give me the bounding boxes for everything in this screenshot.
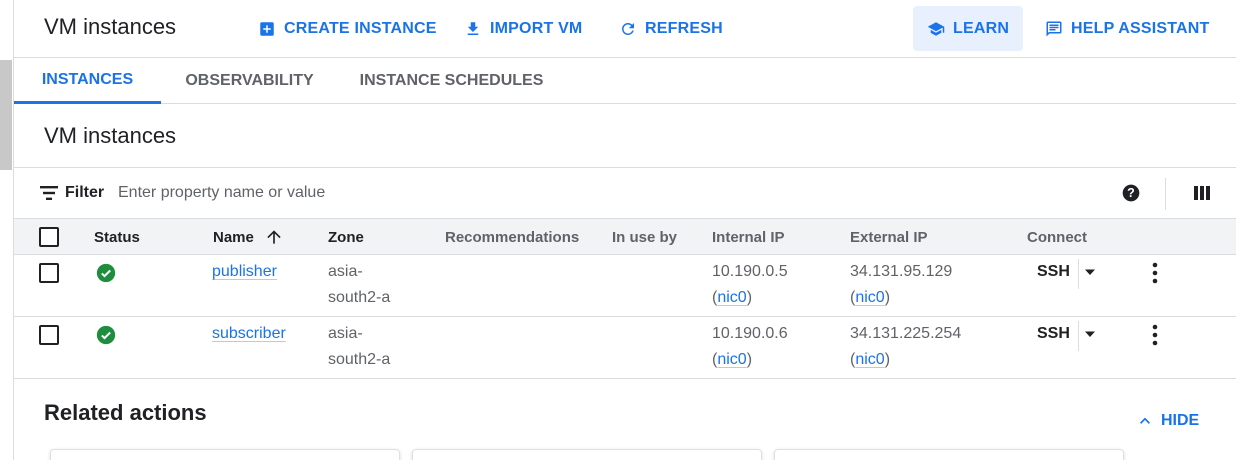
arrow-up-icon[interactable]	[264, 227, 284, 247]
chat-icon	[1046, 21, 1062, 37]
chevron-up-icon	[1140, 417, 1150, 424]
tab-observability[interactable]: OBSERVABILITY	[177, 58, 322, 104]
more-vert-icon[interactable]	[1145, 262, 1165, 284]
import-vm-label: IMPORT VM	[490, 20, 583, 37]
column-connect[interactable]: Connect	[1027, 219, 1087, 255]
instance-name-link[interactable]: publisher	[212, 259, 277, 285]
column-display-icon[interactable]	[1193, 184, 1211, 202]
zone-line1: asia-	[328, 325, 363, 342]
related-action-card[interactable]	[774, 449, 1124, 460]
caret-down-icon[interactable]	[1083, 265, 1097, 279]
caret-down-icon[interactable]	[1083, 327, 1097, 341]
related-actions-title: Related actions	[44, 400, 207, 425]
hide-button[interactable]: HIDE	[1135, 411, 1199, 431]
zone-line2: south2-a	[328, 351, 391, 368]
internal-nic-link[interactable]: nic0	[717, 289, 746, 306]
download-icon	[467, 22, 479, 35]
external-ip: 34.131.225.254	[850, 325, 962, 342]
internal-ip: 10.190.0.6	[712, 325, 788, 342]
check-circle-icon	[96, 325, 116, 345]
help-assistant-label: HELP ASSISTANT	[1071, 20, 1210, 37]
column-recommendations[interactable]: Recommendations	[445, 219, 579, 255]
hide-label: HIDE	[1161, 412, 1200, 429]
filter-label[interactable]: Filter	[65, 184, 104, 202]
row-checkbox[interactable]	[39, 325, 59, 345]
select-all-checkbox[interactable]	[39, 227, 59, 247]
external-nic: (nic0)	[850, 289, 891, 306]
ssh-button[interactable]: SSH	[1037, 263, 1070, 281]
related-action-card[interactable]	[50, 449, 400, 460]
scrollbar-thumb[interactable]	[0, 60, 12, 170]
refresh-icon	[621, 22, 634, 35]
filter-divider	[1165, 178, 1166, 210]
external-nic-link[interactable]: nic0	[855, 289, 884, 306]
add-box-icon	[260, 22, 274, 36]
table-row: subscriber asia- south2-a 10.190.0.6 (ni…	[14, 317, 1236, 379]
check-circle-icon	[96, 263, 116, 283]
table-row: publisher asia- south2-a 10.190.0.5 (nic…	[14, 255, 1236, 317]
external-nic: (nic0)	[850, 351, 891, 368]
tab-bar: INSTANCES OBSERVABILITY INSTANCE SCHEDUL…	[14, 58, 1236, 104]
refresh-button[interactable]: REFRESH	[619, 0, 723, 58]
help-assistant-button[interactable]: HELP ASSISTANT	[1045, 0, 1210, 58]
zone-line2: south2-a	[328, 289, 391, 306]
import-vm-button[interactable]: IMPORT VM	[464, 0, 582, 58]
zone-line1: asia-	[328, 263, 363, 280]
refresh-label: REFRESH	[645, 20, 723, 37]
left-scrollbar[interactable]	[0, 0, 14, 460]
help-icon[interactable]: ?	[1121, 183, 1141, 203]
create-instance-label: CREATE INSTANCE	[284, 20, 437, 37]
row-checkbox[interactable]	[39, 263, 59, 283]
filter-icon[interactable]	[40, 185, 58, 201]
column-name[interactable]: Name	[213, 219, 284, 255]
external-ip: 34.131.95.129	[850, 263, 953, 280]
internal-nic: (nic0)	[712, 351, 753, 368]
filter-input[interactable]	[118, 181, 678, 205]
internal-nic-link[interactable]: nic0	[717, 351, 746, 368]
column-status[interactable]: Status	[94, 219, 140, 255]
column-name-label: Name	[213, 228, 254, 246]
ssh-divider	[1078, 321, 1079, 351]
related-action-card[interactable]	[412, 449, 762, 460]
column-in-use-by[interactable]: In use by	[612, 219, 677, 255]
ssh-button[interactable]: SSH	[1037, 325, 1070, 343]
tab-instance-schedules[interactable]: INSTANCE SCHEDULES	[354, 58, 549, 104]
more-vert-icon[interactable]	[1145, 324, 1165, 346]
column-zone[interactable]: Zone	[328, 219, 364, 255]
learn-label: LEARN	[953, 19, 1010, 37]
page-title: VM instances	[44, 14, 177, 39]
create-instance-button[interactable]: CREATE INSTANCE	[258, 0, 437, 58]
tab-instances[interactable]: INSTANCES	[14, 58, 161, 104]
instance-name-link[interactable]: subscriber	[212, 321, 286, 347]
learn-button[interactable]: LEARN	[913, 6, 1024, 51]
svg-text:?: ?	[1127, 186, 1135, 200]
internal-ip: 10.190.0.5	[712, 263, 788, 280]
ssh-divider	[1078, 259, 1079, 289]
section-title: VM instances	[44, 123, 177, 148]
internal-nic: (nic0)	[712, 289, 753, 306]
table-header: Status Name Zone Recommendations In use …	[14, 219, 1236, 255]
page-header: VM instances CREATE INSTANCE IMPORT VM R…	[14, 0, 1236, 58]
column-external-ip[interactable]: External IP	[850, 219, 928, 255]
main-content: VM instances CREATE INSTANCE IMPORT VM R…	[14, 0, 1236, 460]
external-nic-link[interactable]: nic0	[855, 351, 884, 368]
filter-bar: Filter ?	[14, 167, 1236, 219]
school-icon	[927, 21, 945, 36]
column-internal-ip[interactable]: Internal IP	[712, 219, 785, 255]
